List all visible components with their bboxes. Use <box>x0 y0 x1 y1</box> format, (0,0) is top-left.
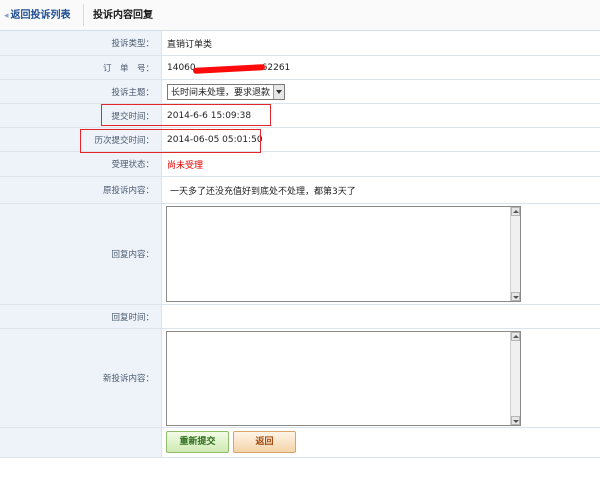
chevron-down-icon[interactable] <box>273 84 285 99</box>
complaint-subject-cell: 长时间未处理，要求退款 <box>162 80 600 103</box>
reply-time-value <box>162 305 600 328</box>
order-number-label: 订 单 号： <box>0 56 162 79</box>
order-number-head: 14060 <box>167 62 196 73</box>
back-arrow-icon: ◂ <box>4 11 9 21</box>
scroll-up-icon[interactable] <box>511 332 520 341</box>
back-to-list-link[interactable]: ◂ 返回投诉列表 <box>4 9 71 23</box>
complaint-subject-select[interactable]: 长时间未处理，要求退款 <box>167 83 286 100</box>
complaint-type-label: 投诉类型： <box>0 31 162 55</box>
row-actions <box>0 428 600 458</box>
back-to-list-label: 返回投诉列表 <box>10 10 71 21</box>
row-order-number: 订 单 号： 14060 62261 <box>0 56 600 80</box>
order-number-tail: 62261 <box>261 62 291 73</box>
scroll-down-icon[interactable] <box>511 416 520 425</box>
reply-scrollbar[interactable] <box>510 207 520 301</box>
status-value: 尚未受理 <box>167 160 204 171</box>
reply-content-textarea[interactable] <box>166 206 521 302</box>
row-original-content: 原投诉内容： 一天多了还没充值好到底处不处理，都第3天了 <box>0 177 600 204</box>
actions-label-cell <box>0 428 162 457</box>
top-bar: ◂ 返回投诉列表 投诉内容回复 <box>0 0 600 31</box>
scroll-down-icon[interactable] <box>511 292 520 301</box>
reply-content-label: 回复内容： <box>0 204 162 304</box>
row-complaint-subject: 投诉主题： 长时间未处理，要求退款 <box>0 80 600 104</box>
original-content-label: 原投诉内容： <box>0 177 162 203</box>
highlight-box-submit-time <box>101 104 271 126</box>
complaint-subject-selected: 长时间未处理，要求退款 <box>171 88 271 98</box>
row-complaint-type: 投诉类型： 直销订单类 <box>0 31 600 56</box>
new-content-textarea[interactable] <box>166 331 521 426</box>
page-title: 投诉内容回复 <box>93 10 153 21</box>
new-content-label: 新投诉内容： <box>0 329 162 427</box>
complaint-subject-label: 投诉主题： <box>0 80 162 103</box>
row-submit-time: 提交时间： 2014-6-6 15:09:38 <box>0 104 600 128</box>
complaint-type-value: 直销订单类 <box>167 39 213 50</box>
new-content-scrollbar[interactable] <box>510 332 520 425</box>
highlight-box-history-time <box>80 129 261 153</box>
status-label: 受理状态： <box>0 152 162 176</box>
row-reply-time: 回复时间： <box>0 305 600 329</box>
original-content-value: 一天多了还没充值好到底处不处理，都第3天了 <box>170 186 356 197</box>
reply-time-label: 回复时间： <box>0 305 162 328</box>
row-status: 受理状态： 尚未受理 <box>0 152 600 177</box>
scroll-up-icon[interactable] <box>511 207 520 216</box>
back-button[interactable]: 返回 <box>233 431 296 453</box>
breadcrumb-divider <box>83 4 84 26</box>
resubmit-button[interactable]: 重新提交 <box>166 431 229 453</box>
